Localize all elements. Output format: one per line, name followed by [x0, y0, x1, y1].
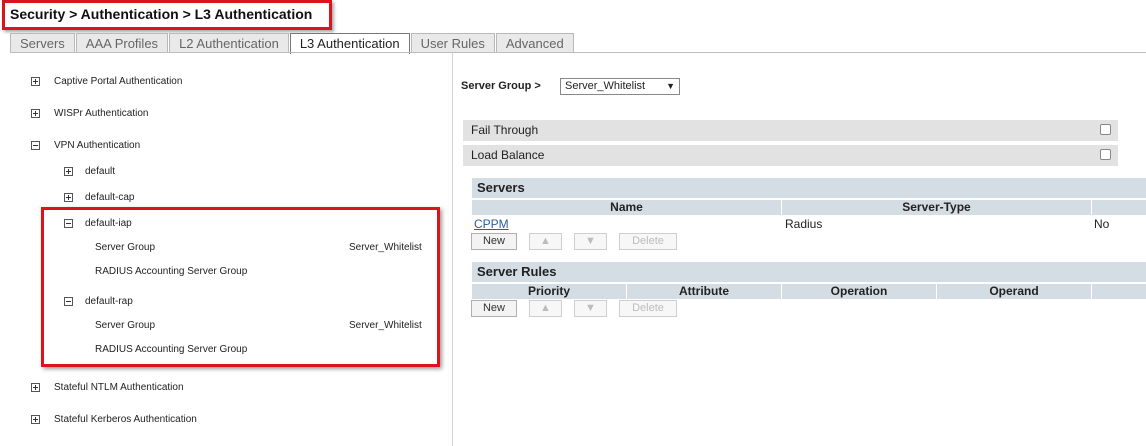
servers-move-down-button[interactable]: ▼ [574, 233, 607, 250]
servers-delete-button[interactable]: Delete [619, 233, 677, 250]
rules-col-attribute: Attribute [627, 284, 782, 299]
rules-delete-button[interactable]: Delete [619, 300, 677, 317]
tab-bar: Servers AAA Profiles L2 Authentication L… [10, 33, 575, 54]
tree-item-captive-portal[interactable]: Captive Portal Authentication [54, 76, 182, 87]
expand-plus-icon[interactable] [31, 109, 40, 118]
breadcrumb: Security > Authentication > L3 Authentic… [10, 6, 313, 22]
tab-aaa-profiles[interactable]: AAA Profiles [75, 33, 169, 52]
rules-col-operation: Operation [782, 284, 937, 299]
tab-user-rules[interactable]: User Rules [410, 33, 495, 52]
server-row-name[interactable]: CPPM [474, 217, 509, 231]
tab-servers[interactable]: Servers [10, 33, 75, 52]
fail-through-label: Fail Through [463, 120, 1118, 141]
rules-move-down-button[interactable]: ▼ [574, 300, 607, 317]
rules-col-operand: Operand [937, 284, 1092, 299]
rules-new-button[interactable]: New [471, 300, 517, 317]
tree-item-stateful-kerberos[interactable]: Stateful Kerberos Authentication [54, 414, 197, 425]
fail-through-checkbox[interactable] [1100, 124, 1111, 135]
tree-item-wispr[interactable]: WISPr Authentication [54, 108, 149, 119]
servers-col-server-type: Server-Type [782, 200, 1092, 215]
collapse-minus-icon[interactable] [31, 141, 40, 150]
rules-col-extra [1092, 284, 1146, 299]
rules-col-priority: Priority [472, 284, 627, 299]
expand-plus-icon[interactable] [31, 77, 40, 86]
tab-l2-authentication[interactable]: L2 Authentication [169, 33, 289, 52]
tab-advanced[interactable]: Advanced [495, 33, 574, 52]
expand-plus-icon[interactable] [31, 383, 40, 392]
server-row-type: Radius [785, 217, 823, 231]
dropdown-arrow-icon: ▼ [666, 81, 675, 91]
servers-section-title: Servers [472, 178, 1146, 198]
rules-move-up-button[interactable]: ▲ [529, 300, 562, 317]
server-rules-section-title: Server Rules [472, 262, 1146, 282]
server-group-label: Server Group > [461, 80, 541, 92]
tab-l3-authentication[interactable]: L3 Authentication [289, 33, 410, 54]
expand-plus-icon[interactable] [64, 193, 73, 202]
tree-item-vpn-default[interactable]: default [85, 166, 115, 177]
servers-new-button[interactable]: New [471, 233, 517, 250]
highlight-box [41, 207, 440, 367]
servers-col-name: Name [472, 200, 782, 215]
tree-item-vpn[interactable]: VPN Authentication [54, 140, 140, 151]
server-group-selected: Server_Whitelist [565, 80, 646, 92]
load-balance-label: Load Balance [463, 145, 1118, 166]
servers-col-extra [1092, 200, 1146, 215]
expand-plus-icon[interactable] [31, 415, 40, 424]
servers-move-up-button[interactable]: ▲ [529, 233, 562, 250]
server-row-extra: No [1094, 217, 1110, 231]
tree-item-stateful-ntlm[interactable]: Stateful NTLM Authentication [54, 382, 184, 393]
tree-item-vpn-default-cap[interactable]: default-cap [85, 192, 134, 203]
expand-plus-icon[interactable] [64, 167, 73, 176]
load-balance-checkbox[interactable] [1100, 149, 1111, 160]
server-group-select[interactable]: Server_Whitelist ▼ [560, 78, 680, 95]
